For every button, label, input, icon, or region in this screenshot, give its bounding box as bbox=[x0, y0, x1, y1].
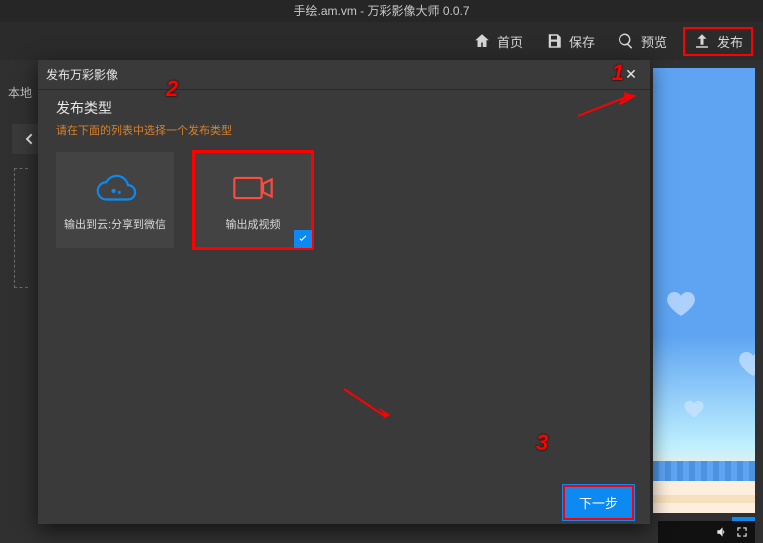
timeline-placeholder bbox=[14, 168, 28, 288]
fullscreen-icon[interactable] bbox=[735, 525, 749, 539]
save-button[interactable]: 保存 bbox=[537, 28, 603, 55]
card-video[interactable]: 输出成视频 bbox=[194, 152, 312, 248]
section-title: 发布类型 bbox=[56, 98, 632, 118]
close-icon: ✕ bbox=[625, 66, 637, 83]
annotation-badge-1: 1 bbox=[612, 60, 624, 86]
modal-body: 1 发布类型 请在下面的列表中选择一个发布类型 2 输出到云:分享到微信 输出成… bbox=[38, 90, 650, 480]
window-title: 手绘.am.vm - 万彩影像大师 0.0.7 bbox=[0, 0, 763, 22]
modal-footer: 下一步 bbox=[38, 480, 650, 524]
home-icon bbox=[473, 32, 491, 50]
preview-strip bbox=[653, 461, 755, 481]
modal-title: 发布万彩影像 bbox=[46, 66, 118, 83]
publish-button[interactable]: 发布 bbox=[683, 27, 753, 56]
preview-panel bbox=[653, 68, 755, 513]
save-icon bbox=[545, 32, 563, 50]
card-cloud[interactable]: 输出到云:分享到微信 bbox=[56, 152, 174, 248]
annotation-arrow bbox=[338, 385, 398, 430]
annotation-arrow bbox=[576, 92, 636, 123]
home-button[interactable]: 首页 bbox=[465, 28, 531, 55]
annotation-badge-2: 2 bbox=[166, 76, 178, 102]
card-cloud-label: 输出到云:分享到微信 bbox=[64, 216, 166, 232]
section-hint: 请在下面的列表中选择一个发布类型 bbox=[56, 122, 632, 138]
playback-bar bbox=[658, 521, 755, 543]
publish-type-cards: 输出到云:分享到微信 输出成视频 bbox=[56, 152, 632, 248]
modal-header: 发布万彩影像 ✕ bbox=[38, 60, 650, 90]
arrow-left-icon bbox=[21, 131, 37, 147]
card-video-label: 输出成视频 bbox=[226, 216, 281, 232]
volume-icon[interactable] bbox=[715, 525, 729, 539]
heart-icon bbox=[683, 398, 705, 420]
upload-icon bbox=[693, 32, 711, 50]
left-panel-label: 本地 bbox=[8, 84, 32, 101]
annotation-badge-3: 3 bbox=[536, 430, 548, 456]
video-icon bbox=[230, 168, 276, 208]
cloud-icon bbox=[92, 168, 138, 208]
heart-icon bbox=[665, 288, 697, 320]
publish-modal: 发布万彩影像 ✕ 1 发布类型 请在下面的列表中选择一个发布类型 2 输出到云:… bbox=[38, 60, 650, 524]
preview-button[interactable]: 预览 bbox=[609, 28, 675, 55]
selected-check bbox=[294, 230, 312, 248]
publish-label: 发布 bbox=[717, 32, 743, 51]
next-button[interactable]: 下一步 bbox=[563, 485, 634, 520]
heart-icon bbox=[737, 348, 755, 380]
search-icon bbox=[617, 32, 635, 50]
home-label: 首页 bbox=[497, 32, 523, 51]
top-toolbar: 首页 保存 预览 发布 bbox=[0, 22, 763, 60]
save-label: 保存 bbox=[569, 32, 595, 51]
preview-label: 预览 bbox=[641, 32, 667, 51]
check-icon bbox=[297, 233, 309, 245]
